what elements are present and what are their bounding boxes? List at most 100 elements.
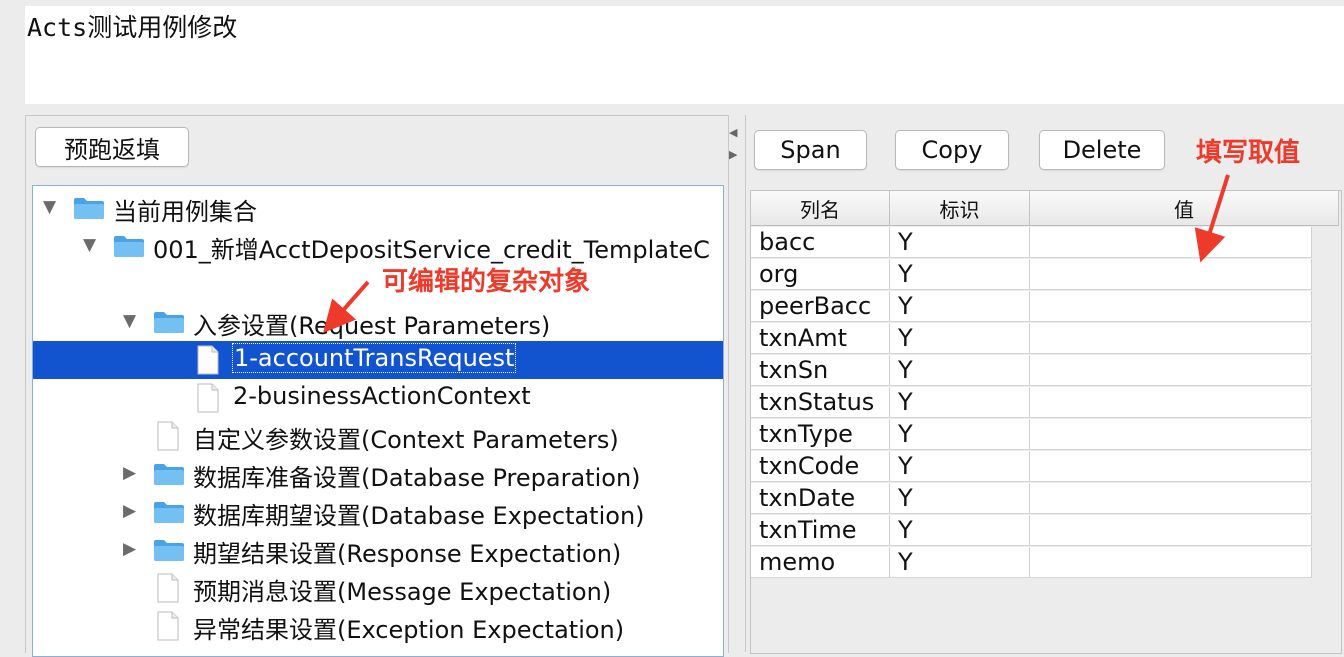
cell-flag[interactable]: Y bbox=[890, 483, 1030, 514]
file-icon bbox=[157, 611, 179, 641]
cell-value[interactable] bbox=[1030, 387, 1312, 418]
cell-flag[interactable]: Y bbox=[890, 291, 1030, 322]
folder-icon bbox=[154, 502, 184, 523]
window-title: Acts测试用例修改 bbox=[27, 13, 238, 42]
cell-name[interactable]: txnType bbox=[751, 419, 890, 450]
tree-node[interactable]: ▼ 当前用例集合 bbox=[33, 189, 723, 227]
span-button[interactable]: Span bbox=[754, 130, 867, 170]
file-icon bbox=[157, 421, 179, 451]
table-row[interactable]: org Y bbox=[751, 259, 1313, 291]
cell-name[interactable]: txnCode bbox=[751, 451, 890, 482]
table-row[interactable]: bacc Y bbox=[751, 227, 1313, 259]
cell-name[interactable]: org bbox=[751, 259, 890, 290]
cell-flag[interactable]: Y bbox=[890, 355, 1030, 386]
file-icon bbox=[197, 383, 219, 413]
cell-name[interactable]: txnSn bbox=[751, 355, 890, 386]
prefill-button[interactable]: 预跑返填 bbox=[35, 127, 189, 167]
tree-node-label: 2-businessActionContext bbox=[233, 382, 531, 410]
tree-node[interactable]: ▼ 入参设置(Request Parameters) bbox=[33, 303, 723, 341]
folder-icon bbox=[154, 312, 184, 333]
cell-flag[interactable]: Y bbox=[890, 419, 1030, 450]
tree-node[interactable]: 1-accountTransRequest bbox=[33, 341, 723, 379]
cell-value[interactable] bbox=[1030, 259, 1312, 290]
column-header-flag[interactable]: 标识 bbox=[890, 191, 1030, 226]
cell-flag[interactable]: Y bbox=[890, 451, 1030, 482]
cell-value[interactable] bbox=[1030, 291, 1312, 322]
table-row[interactable]: txnStatus Y bbox=[751, 387, 1313, 419]
folder-icon bbox=[154, 464, 184, 485]
expanded-triangle-icon[interactable]: ▼ bbox=[83, 235, 96, 255]
table-row[interactable]: txnSn Y bbox=[751, 355, 1313, 387]
title-area: Acts测试用例修改 bbox=[25, 6, 1344, 104]
tree-node[interactable]: ▶ 数据库准备设置(Database Preparation) bbox=[33, 455, 723, 493]
delete-button[interactable]: Delete bbox=[1039, 130, 1165, 170]
folder-icon bbox=[114, 236, 144, 257]
annotation-fill-value: 填写取值 bbox=[1196, 138, 1301, 168]
cell-name[interactable]: memo bbox=[751, 547, 890, 578]
tree-node-label: 期望结果设置(Response Expectation) bbox=[193, 540, 622, 568]
cell-value[interactable] bbox=[1030, 547, 1312, 578]
file-icon bbox=[157, 573, 179, 603]
collapsed-triangle-icon[interactable]: ▶ bbox=[123, 463, 136, 483]
tree-node-label: 数据库准备设置(Database Preparation) bbox=[193, 464, 641, 492]
copy-button[interactable]: Copy bbox=[895, 130, 1009, 170]
expanded-triangle-icon[interactable]: ▼ bbox=[43, 197, 56, 217]
folder-icon bbox=[154, 540, 184, 561]
tree-node-partial[interactable] bbox=[33, 645, 723, 656]
collapsed-triangle-icon[interactable]: ▶ bbox=[123, 539, 136, 559]
cell-value[interactable] bbox=[1030, 451, 1312, 482]
cell-value[interactable] bbox=[1030, 323, 1312, 354]
cell-value[interactable] bbox=[1030, 227, 1312, 258]
expanded-triangle-icon[interactable]: ▼ bbox=[123, 311, 136, 331]
column-header-name[interactable]: 列名 bbox=[751, 191, 890, 226]
annotation-editable-object: 可编辑的复杂对象 bbox=[382, 267, 591, 297]
table-row[interactable]: txnAmt Y bbox=[751, 323, 1313, 355]
case-tree[interactable]: ▼ 当前用例集合 ▼ 001_新增AcctDepositService_credit_… bbox=[32, 185, 724, 657]
cell-flag[interactable]: Y bbox=[890, 547, 1030, 578]
cell-name[interactable]: txnStatus bbox=[751, 387, 890, 418]
cell-flag[interactable]: Y bbox=[890, 515, 1030, 546]
field-table: 列名 标识 值 bacc Yorg YpeerBacc YtxnAmt YtxnSn Yt… bbox=[750, 190, 1342, 654]
collapsed-triangle-icon[interactable]: ▶ bbox=[123, 501, 136, 521]
tree-node[interactable]: ▶ 数据库期望设置(Database Expectation) bbox=[33, 493, 723, 531]
tree-node-label: 预期消息设置(Message Expectation) bbox=[193, 578, 612, 606]
tree-node[interactable]: 2-businessActionContext bbox=[33, 379, 723, 417]
cell-flag[interactable]: Y bbox=[890, 259, 1030, 290]
cell-value[interactable] bbox=[1030, 483, 1312, 514]
tree-node-label: 001_新增AcctDepositService_credit_Template… bbox=[153, 236, 710, 264]
tree-node-label: 当前用例集合 bbox=[113, 198, 257, 226]
tree-node-label: 异常结果设置(Exception Expectation) bbox=[193, 616, 625, 644]
table-row[interactable]: peerBacc Y bbox=[751, 291, 1313, 323]
table-row[interactable]: txnCode Y bbox=[751, 451, 1313, 483]
file-icon bbox=[197, 345, 219, 375]
cell-value[interactable] bbox=[1030, 419, 1312, 450]
tree-node[interactable]: 异常结果设置(Exception Expectation) bbox=[33, 607, 723, 645]
collapse-left-icon[interactable]: ◀ bbox=[729, 122, 741, 144]
cell-flag[interactable]: Y bbox=[890, 323, 1030, 354]
tree-node-label: 1-accountTransRequest bbox=[231, 343, 517, 373]
split-pane-divider[interactable]: ◀ ▶ bbox=[729, 122, 741, 166]
cell-name[interactable]: txnTime bbox=[751, 515, 890, 546]
cell-name[interactable]: txnDate bbox=[751, 483, 890, 514]
tree-node-label: 自定义参数设置(Context Parameters) bbox=[193, 426, 619, 454]
tree-node[interactable]: 预期消息设置(Message Expectation) bbox=[33, 569, 723, 607]
table-row[interactable]: txnType Y bbox=[751, 419, 1313, 451]
cell-name[interactable]: bacc bbox=[751, 227, 890, 258]
cell-name[interactable]: txnAmt bbox=[751, 323, 890, 354]
cell-value[interactable] bbox=[1030, 515, 1312, 546]
tree-node[interactable]: ▼ 001_新增AcctDepositService_credit_Templat… bbox=[33, 227, 723, 265]
tree-node-label: 数据库期望设置(Database Expectation) bbox=[193, 502, 645, 530]
right-panel: Span Copy Delete 列名 标识 值 bacc Yorg YpeerBa… bbox=[745, 115, 1344, 654]
table-row[interactable]: txnTime Y bbox=[751, 515, 1313, 547]
cell-name[interactable]: peerBacc bbox=[751, 291, 890, 322]
table-row[interactable]: memo Y bbox=[751, 547, 1313, 579]
collapse-right-icon[interactable]: ▶ bbox=[729, 144, 741, 166]
left-panel: 预跑返填 ▼ 当前用例集合 ▼ 001_新增AcctDepositService_cr… bbox=[25, 115, 729, 657]
cell-value[interactable] bbox=[1030, 355, 1312, 386]
cell-flag[interactable]: Y bbox=[890, 227, 1030, 258]
tree-node[interactable]: 自定义参数设置(Context Parameters) bbox=[33, 417, 723, 455]
column-header-value[interactable]: 值 bbox=[1030, 191, 1339, 226]
table-row[interactable]: txnDate Y bbox=[751, 483, 1313, 515]
tree-node[interactable]: ▶ 期望结果设置(Response Expectation) bbox=[33, 531, 723, 569]
cell-flag[interactable]: Y bbox=[890, 387, 1030, 418]
